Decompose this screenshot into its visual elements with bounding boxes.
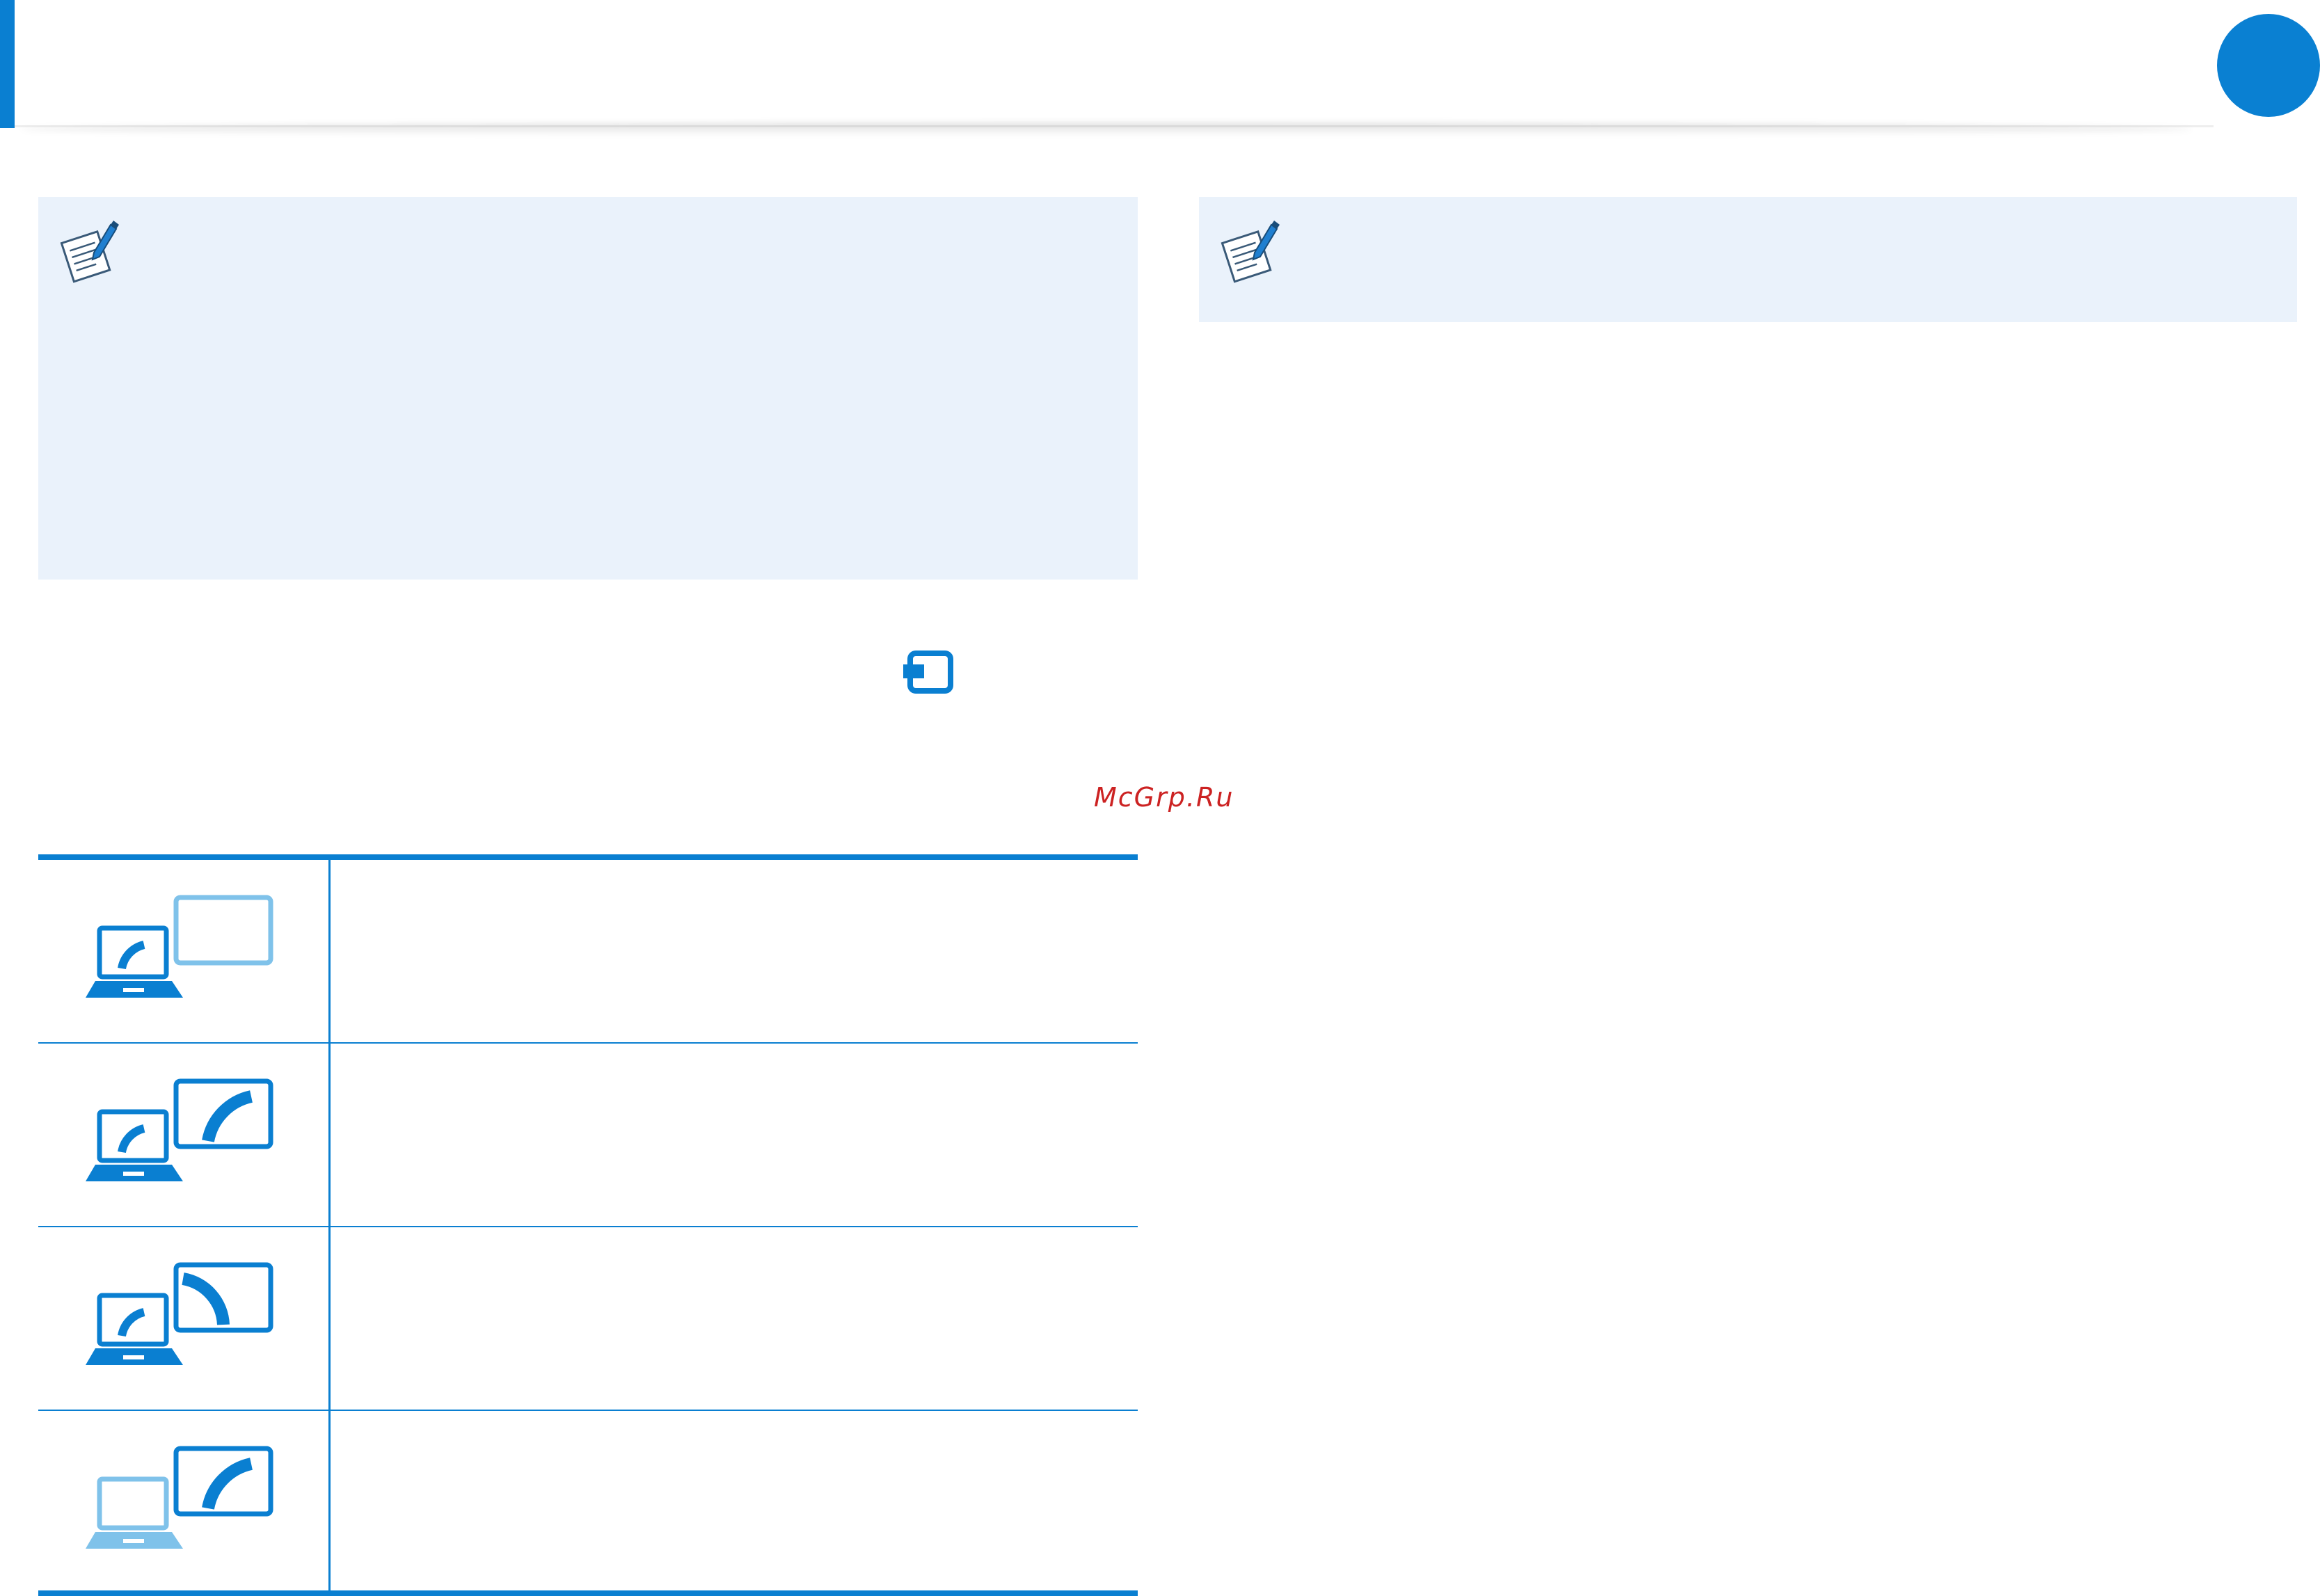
- mode-description: [351, 1439, 1117, 1564]
- table-top-rule: [38, 854, 1138, 860]
- duplicate-display-icon: [86, 1078, 273, 1181]
- note-pencil-icon: [1221, 221, 1280, 283]
- display-mode-table: [38, 854, 1138, 1596]
- table-row: [38, 1411, 1138, 1593]
- watermark: McGrp.Ru: [1094, 782, 1234, 813]
- display-switch-key-icon: [903, 651, 953, 694]
- mode-description: [351, 888, 1117, 1013]
- extend-display-icon: [86, 1262, 273, 1365]
- header-accent-bar: [0, 0, 15, 128]
- table-row: [38, 860, 1138, 1042]
- chapter-badge: [2217, 14, 2320, 117]
- note-box-left: [38, 197, 1138, 580]
- mode-description: [351, 1255, 1117, 1380]
- note-pencil-icon: [60, 221, 119, 283]
- pc-screen-only-icon: [86, 895, 273, 998]
- table-bottom-rule: [38, 1590, 1138, 1596]
- header-shadow: [21, 122, 2192, 136]
- mode-description: [351, 1071, 1117, 1197]
- table-row: [38, 1044, 1138, 1226]
- table-row: [38, 1227, 1138, 1410]
- note-box-right: [1199, 197, 2297, 322]
- second-screen-only-icon: [86, 1446, 273, 1549]
